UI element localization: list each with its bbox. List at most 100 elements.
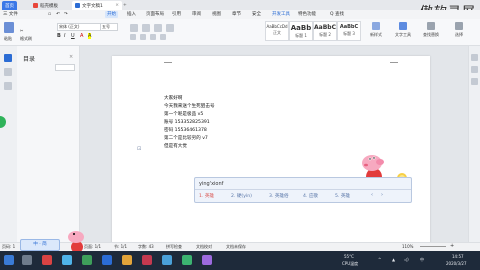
bold-button[interactable]: B — [57, 33, 61, 39]
paste-icon[interactable] — [4, 22, 14, 33]
ime-candidate-5[interactable]: 5. 英雄 — [335, 193, 350, 199]
style-normal[interactable]: AaBbCcDd 正文 — [265, 21, 289, 41]
quick-redo-icon[interactable]: ↷ — [64, 11, 68, 18]
tab-document[interactable]: 文字文稿1 × — [72, 1, 122, 10]
tab-home-label: 首页 — [5, 3, 14, 9]
close-tab-icon[interactable]: × — [115, 3, 119, 8]
font-name-select[interactable]: 宋体 (正文) — [57, 23, 101, 31]
align-center-icon[interactable] — [140, 34, 146, 40]
app-icon-9[interactable] — [202, 255, 212, 265]
bookmark-icon[interactable] — [4, 68, 12, 76]
text-tools-button[interactable]: 文字工具 — [392, 22, 414, 42]
menu-references[interactable]: 引用 — [172, 11, 181, 18]
menu-features[interactable]: 特色功能 — [298, 11, 316, 18]
app-icon-8[interactable] — [182, 255, 192, 265]
ime-float-toolbar[interactable]: 中 · 简 — [20, 239, 60, 251]
paste-label: 粘贴 — [4, 36, 12, 41]
align-right-icon[interactable] — [150, 34, 156, 40]
app-icon-5[interactable] — [122, 255, 132, 265]
app-icon-1[interactable] — [42, 255, 52, 265]
format-painter-label[interactable]: 格式刷 — [20, 36, 32, 42]
select-icon — [455, 22, 463, 30]
quick-undo-icon[interactable]: ↶ — [56, 11, 60, 18]
style-heading-3-name: 标题 3 — [343, 31, 355, 36]
menu-home[interactable]: 开始 — [105, 11, 118, 18]
status-word-count[interactable]: 字数: 43 — [138, 244, 154, 250]
font-color-icon[interactable]: A — [80, 33, 83, 39]
zoom-slider[interactable] — [420, 246, 446, 247]
font-size-select[interactable]: 五号 — [100, 23, 118, 31]
list-bullet-icon[interactable] — [130, 24, 138, 32]
nav-pane-icon[interactable] — [4, 54, 12, 62]
new-style-button[interactable]: 新样式 — [365, 22, 387, 42]
right-tool-icon-3[interactable] — [471, 78, 478, 85]
app-icon-7[interactable] — [162, 255, 172, 265]
clock-date: 2020/3/27 — [446, 261, 467, 266]
menu-insert[interactable]: 插入 — [127, 11, 136, 18]
ime-tray-icon[interactable]: 中 — [420, 257, 424, 263]
wps-writer-icon[interactable] — [102, 255, 112, 265]
tab-template-label: 稻壳模板 — [40, 3, 58, 9]
document-page[interactable] — [112, 56, 430, 244]
volume-icon[interactable]: ◁) — [404, 257, 409, 262]
sort-icon[interactable] — [166, 24, 174, 32]
align-left-icon[interactable] — [130, 34, 136, 40]
ime-candidate-2[interactable]: 2. 硬(yìn) — [231, 193, 252, 199]
status-doc-check[interactable]: 文档校对 — [196, 244, 212, 250]
tray-arrow-icon[interactable]: ^ — [378, 257, 381, 262]
ime-candidate-1[interactable]: 1. 英雄 — [199, 193, 214, 199]
search-pane-icon[interactable] — [4, 82, 12, 90]
tab-template[interactable]: 稻壳模板 — [30, 1, 61, 10]
network-icon[interactable]: ▲ — [392, 257, 395, 262]
ime-candidate-4[interactable]: 4. 应敬 — [303, 193, 318, 199]
status-spell-check[interactable]: 拼写检查 — [166, 244, 182, 250]
style-heading-1[interactable]: AaBb 标题 1 — [289, 21, 313, 41]
cut-icon[interactable]: ✂ — [20, 28, 23, 33]
highlight-icon[interactable]: A — [88, 33, 92, 39]
right-tool-icon-2[interactable] — [471, 66, 478, 73]
nav-options-button[interactable] — [55, 64, 75, 71]
zoom-in-icon[interactable]: + — [450, 243, 454, 249]
app-icon-2[interactable] — [62, 255, 72, 265]
right-tool-icon-1[interactable] — [471, 54, 478, 61]
ime-candidate-3[interactable]: 3. 英雄俗 — [269, 193, 289, 199]
zoom-level[interactable]: 110% — [402, 244, 413, 249]
menu-layout[interactable]: 页面布局 — [146, 11, 164, 18]
style-heading-1-name: 标题 1 — [295, 33, 307, 38]
quick-save-icon[interactable]: ▫ — [48, 11, 51, 18]
app-icon-3[interactable] — [82, 255, 92, 265]
underline-button[interactable]: U — [71, 33, 75, 39]
left-rail — [0, 46, 18, 242]
start-icon[interactable] — [4, 255, 14, 265]
task-view-icon[interactable] — [22, 255, 32, 265]
select-button[interactable]: 选择 — [448, 22, 470, 42]
find-replace-button[interactable]: 查找替换 — [420, 22, 442, 42]
menu-developer[interactable]: 开发工具 — [272, 11, 290, 18]
doc-line-6: 第二个是比较穷的 v7 — [164, 136, 208, 141]
justify-icon[interactable] — [160, 34, 166, 40]
ime-candidate-window[interactable]: ying'xionf 1. 英雄 2. 硬(yìn) 3. 英雄俗 4. 应敬 … — [194, 177, 412, 203]
app-icon-6[interactable] — [142, 255, 152, 265]
style-heading-3[interactable]: AaBbC 标题 3 — [337, 21, 361, 41]
italic-button[interactable]: I — [64, 33, 65, 39]
menu-review[interactable]: 审阅 — [192, 11, 201, 18]
status-page: 页码: 1 — [2, 244, 16, 249]
indent-icon[interactable] — [154, 24, 162, 32]
tab-home[interactable]: 首页 — [2, 1, 17, 10]
doc-line-4: 账号 153352825391 — [164, 120, 210, 125]
search-menu[interactable]: Q 查找 — [330, 11, 344, 18]
style-heading-3-sample: AaBbC — [339, 24, 359, 30]
menu-security[interactable]: 安全 — [252, 11, 261, 18]
menu-chapter[interactable]: 章节 — [232, 11, 241, 18]
nav-close-icon[interactable]: × — [69, 54, 73, 60]
doc-line-3: 第一个呢是极品 v5 — [164, 112, 204, 117]
ime-next-icon[interactable]: › — [381, 192, 383, 198]
list-number-icon[interactable] — [142, 24, 150, 32]
style-heading-2[interactable]: AaBbC 标题 2 — [313, 21, 337, 41]
side-helper-icon[interactable] — [0, 116, 6, 128]
ime-prev-icon[interactable]: ‹ — [371, 192, 373, 198]
menu-file[interactable]: 三 文件 — [3, 11, 18, 18]
menu-view[interactable]: 视图 — [212, 11, 221, 18]
paragraph-handle-icon[interactable]: ⊡ — [137, 146, 141, 152]
new-tab-button[interactable]: + — [120, 1, 130, 10]
